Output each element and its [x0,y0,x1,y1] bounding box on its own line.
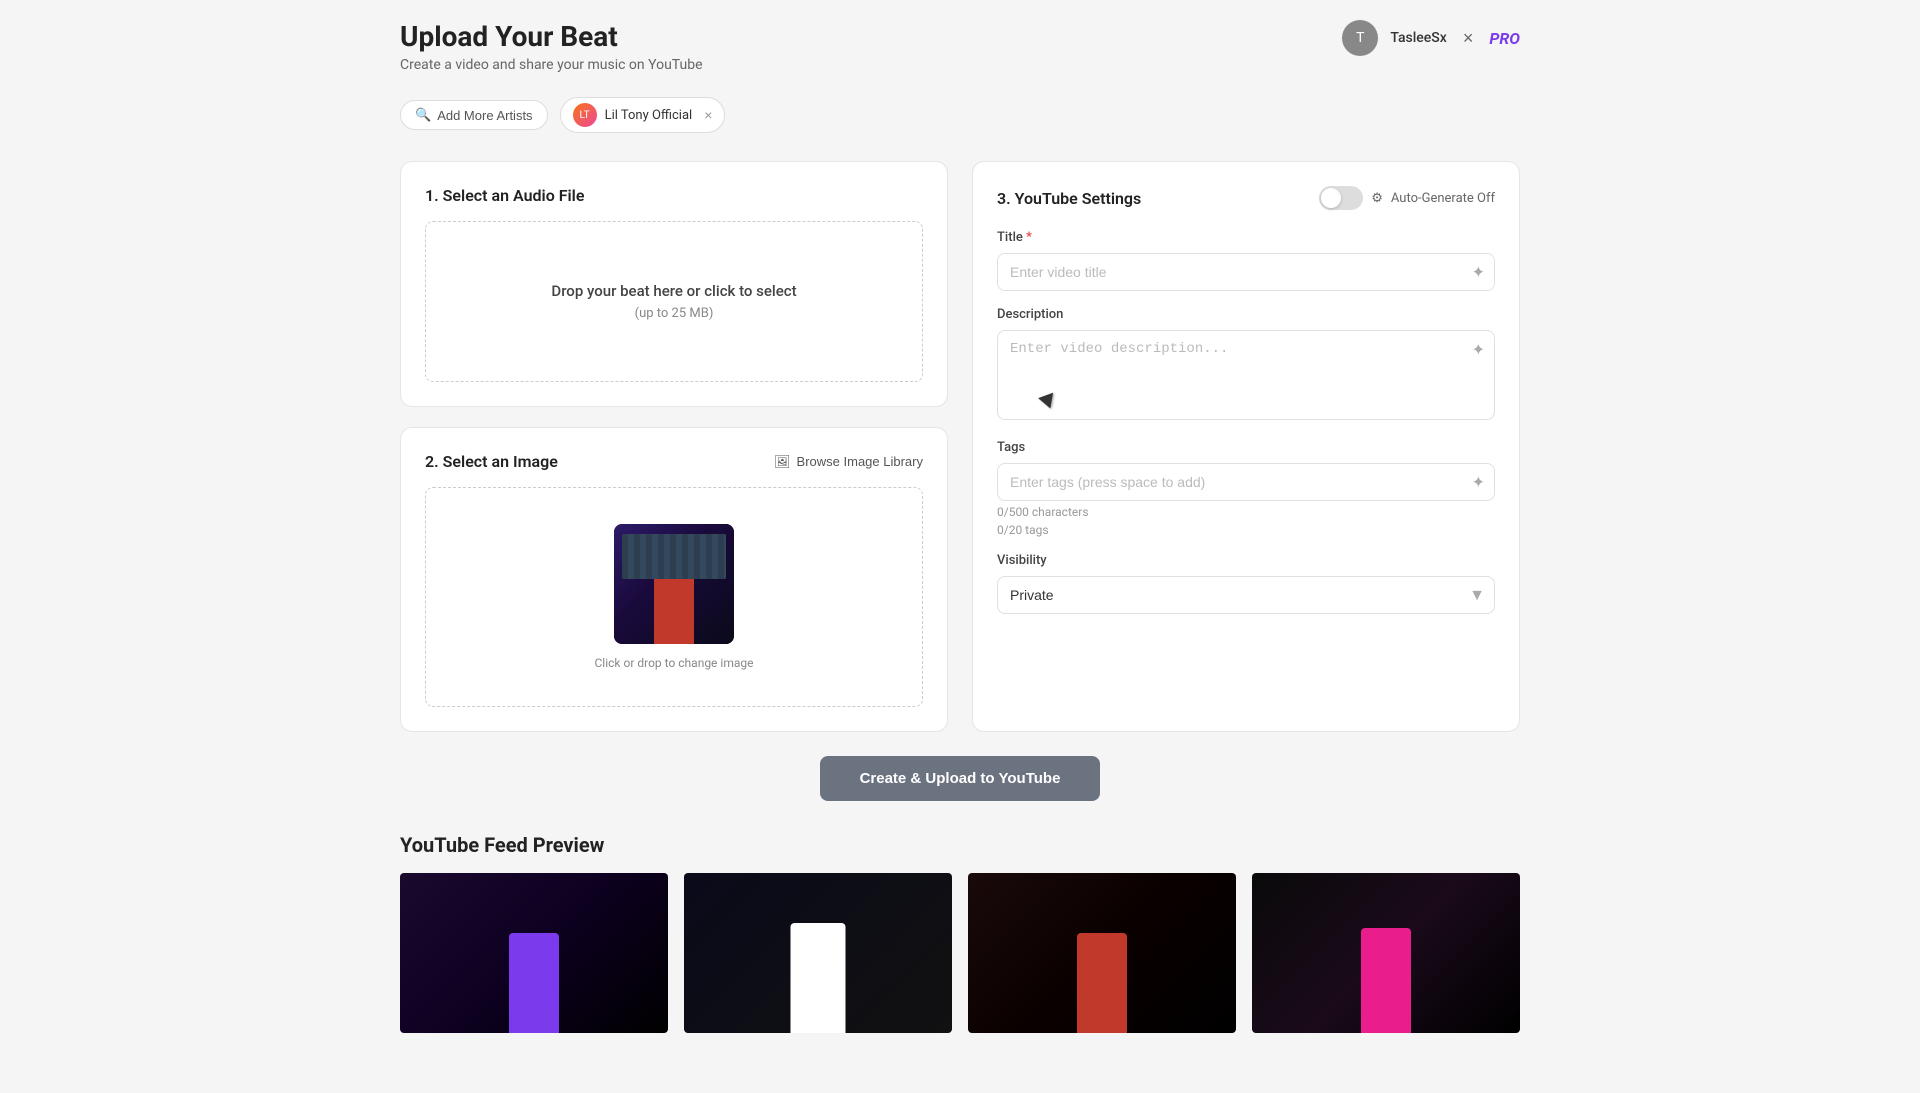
description-field-group: Description ✦ [997,307,1495,424]
visibility-select[interactable]: Private Public Unlisted [997,576,1495,614]
image-change-text: Click or drop to change image [595,656,754,670]
auto-generate-label: Auto-Generate Off [1391,191,1495,206]
auto-generate-area[interactable]: ⚙ Auto-Generate Off [1319,186,1495,210]
auto-generate-icon: ⚙ [1371,191,1383,206]
artist-chip-name: Lil Tony Official [605,108,693,123]
tags-input-wrap: ✦ [997,463,1495,501]
title-input[interactable] [997,253,1495,291]
feed-preview-section: YouTube Feed Preview [400,833,1520,1073]
description-input-wrap: ✦ [997,330,1495,424]
browse-library-button[interactable]: 🖼 Browse Image Library [774,454,923,470]
yt-header: 3. YouTube Settings ⚙ Auto-Generate Off [997,186,1495,210]
artist-avatar-initials: LT [580,110,590,121]
visibility-label: Visibility [997,553,1495,568]
audio-drop-subtext: (up to 25 MB) [446,306,902,321]
feed-item [968,873,1236,1033]
page-subtitle: Create a video and share your music on Y… [400,57,703,73]
tags-label: Tags [997,440,1495,455]
avatar-initials: T [1356,30,1364,46]
add-artist-button[interactable]: 🔍 Add More Artists [400,100,548,130]
artist-chip-remove-button[interactable]: × [704,107,712,123]
tag-count: 0/20 tags [997,523,1495,537]
page-header: Upload Your Beat Create a video and shar… [400,20,1520,73]
pro-badge: PRO [1489,29,1520,48]
feed-item [1252,873,1520,1033]
yt-settings-title: 3. YouTube Settings [997,189,1141,208]
close-button[interactable]: × [1459,24,1478,53]
title-label: Title * [997,230,1495,245]
audio-panel: 1. Select an Audio File Drop your beat h… [400,161,948,407]
left-panel: 1. Select an Audio File Drop your beat h… [400,161,948,732]
title-field-group: Title * ✦ [997,230,1495,291]
artist-bar: 🔍 Add More Artists LT Lil Tony Official … [400,97,1520,133]
avatar: T [1342,20,1378,56]
search-icon: 🔍 [415,107,431,123]
title-input-wrap: ✦ [997,253,1495,291]
youtube-settings-panel: 3. YouTube Settings ⚙ Auto-Generate Off … [972,161,1520,732]
image-icon: 🖼 [774,454,791,470]
image-drop-zone[interactable]: Click or drop to change image [425,487,923,707]
char-count: 0/500 characters [997,505,1495,519]
artist-chip: LT Lil Tony Official × [560,97,726,133]
browse-library-label: Browse Image Library [797,454,923,469]
image-panel: 2. Select an Image 🖼 Browse Image Librar… [400,427,948,732]
username: TasleeSx [1390,30,1446,46]
user-area: T TasleeSx × PRO [1342,20,1520,56]
audio-section-title: 1. Select an Audio File [425,186,923,205]
feed-grid [400,873,1520,1033]
upload-button-area: Create & Upload to YouTube [400,756,1520,801]
image-section-title: 2. Select an Image [425,452,558,471]
visibility-field-group: Visibility Private Public Unlisted ▼ [997,553,1495,614]
image-section-header: 2. Select an Image 🖼 Browse Image Librar… [425,452,923,471]
visibility-select-wrap: Private Public Unlisted ▼ [997,576,1495,614]
description-label: Description [997,307,1495,322]
audio-drop-text: Drop your beat here or click to select [446,282,902,300]
ai-description-icon[interactable]: ✦ [1472,340,1485,359]
feed-item [400,873,668,1033]
page-title: Upload Your Beat [400,20,703,53]
audio-drop-zone[interactable]: Drop your beat here or click to select (… [425,221,923,382]
required-indicator: * [1026,230,1032,245]
tags-field-group: Tags ✦ 0/500 characters 0/20 tags [997,440,1495,537]
image-preview [614,524,734,644]
auto-generate-toggle[interactable] [1319,186,1363,210]
tags-input[interactable] [997,463,1495,501]
main-grid: 1. Select an Audio File Drop your beat h… [400,161,1520,732]
ai-tags-icon[interactable]: ✦ [1472,473,1485,492]
artist-avatar: LT [573,103,597,127]
feed-preview-title: YouTube Feed Preview [400,833,1520,857]
description-textarea[interactable] [997,330,1495,420]
add-artist-label: Add More Artists [437,108,532,123]
ai-title-icon[interactable]: ✦ [1472,263,1485,282]
feed-item [684,873,952,1033]
upload-button[interactable]: Create & Upload to YouTube [820,756,1100,801]
store-image-preview [614,524,734,644]
